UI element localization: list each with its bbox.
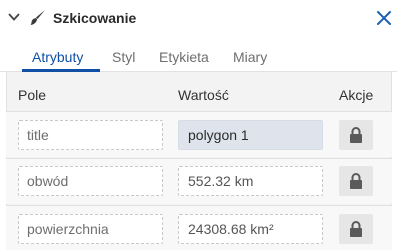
field-value-input[interactable]: 24308.68 km²	[178, 214, 323, 244]
tab-styl[interactable]: Styl	[112, 48, 135, 66]
column-header-actions: Akcje	[339, 87, 374, 103]
close-icon[interactable]	[375, 9, 393, 27]
lock-button[interactable]	[339, 120, 373, 150]
brush-icon	[30, 10, 45, 25]
column-header-value: Wartość	[178, 87, 229, 103]
field-name-input[interactable]: title	[18, 120, 163, 150]
lock-icon	[350, 127, 362, 143]
lock-icon	[350, 221, 362, 237]
field-value-input[interactable]: 552.32 km	[178, 166, 323, 196]
tab-miary[interactable]: Miary	[233, 48, 267, 66]
lock-button[interactable]	[339, 214, 373, 244]
panel-header: Szkicowanie	[0, 0, 397, 36]
tab-etykieta[interactable]: Etykieta	[159, 48, 209, 66]
field-value-input[interactable]: polygon 1	[178, 120, 323, 150]
tab-bar: Atrybuty Styl Etykieta Miary	[0, 40, 397, 72]
lock-button[interactable]	[339, 166, 373, 196]
lock-icon	[350, 173, 362, 189]
chevron-down-icon[interactable]	[8, 12, 20, 22]
panel-title: Szkicowanie	[53, 10, 137, 26]
column-header-field: Pole	[18, 87, 47, 103]
field-name-input[interactable]: powierzchnia	[18, 214, 163, 244]
field-name-input[interactable]: obwód	[18, 166, 163, 196]
tab-atrybuty[interactable]: Atrybuty	[32, 48, 83, 66]
